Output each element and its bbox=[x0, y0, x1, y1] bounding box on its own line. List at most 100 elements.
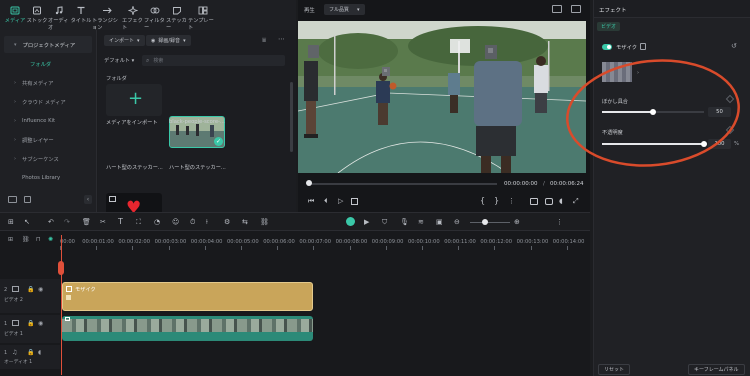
shield-icon[interactable]: ⛉ bbox=[382, 218, 387, 227]
quality-dropdown[interactable]: フル品質 ▾ bbox=[324, 4, 365, 15]
tool-label: メディア bbox=[4, 18, 26, 24]
tab-video[interactable]: ビデオ bbox=[597, 22, 621, 31]
snapshot-icon[interactable] bbox=[552, 5, 562, 13]
audio-volume-icon[interactable]: ◖ bbox=[559, 197, 563, 205]
preview-panel: 再生 フル品質 ▾ 00:00:00:00 / 00:00:06:24 ⏮ ⏴ … bbox=[298, 0, 590, 212]
filter-list-icon[interactable]: ⩸ bbox=[262, 36, 266, 45]
cut-icon[interactable]: ✂ bbox=[100, 218, 106, 226]
skip-back-icon[interactable]: ⏮ bbox=[308, 197, 314, 206]
lock-icon[interactable]: 🔒 bbox=[27, 320, 34, 327]
keyframe-panel-button[interactable]: キーフレームパネル bbox=[688, 364, 745, 375]
tool-effect[interactable]: エフェクト bbox=[122, 6, 144, 31]
timeline-settings-icon[interactable]: ⋮ bbox=[556, 218, 563, 226]
render-icon[interactable] bbox=[346, 217, 355, 226]
reset-button[interactable]: リセット bbox=[598, 364, 631, 375]
sidebar-item-cloud-media[interactable]: › クラウド メディア bbox=[4, 93, 92, 110]
new-folder-icon[interactable] bbox=[8, 196, 17, 203]
mark-in-icon[interactable]: { bbox=[480, 196, 485, 205]
crop-icon[interactable]: ⛶ bbox=[136, 218, 141, 227]
undo-icon[interactable]: ↶ bbox=[48, 218, 54, 226]
more-options-icon[interactable]: ⋯ bbox=[278, 35, 285, 43]
split-icon[interactable]: ⟊ bbox=[206, 218, 208, 227]
delete-icon[interactable] bbox=[640, 43, 646, 50]
tab-effect[interactable]: エフェクト bbox=[599, 6, 627, 14]
timer-icon[interactable]: ⏱ bbox=[190, 218, 195, 227]
mute-speaker-icon[interactable]: ◖ bbox=[38, 349, 41, 356]
import-media-tile[interactable]: + bbox=[106, 84, 162, 116]
display-settings-icon[interactable]: ⋮ bbox=[508, 197, 515, 205]
speed-icon[interactable]: ◔ bbox=[154, 218, 160, 226]
import-label: インポート bbox=[109, 38, 135, 44]
zoom-out-icon[interactable]: ⊖ bbox=[454, 218, 460, 226]
record-button[interactable]: ◉ 録画/録音 ▾ bbox=[146, 35, 191, 46]
sidebar-item-influence-kit[interactable]: › Influence Kit bbox=[4, 112, 92, 129]
tool-audio[interactable]: オーディオ bbox=[48, 6, 70, 31]
cursor-icon[interactable]: ↖ bbox=[24, 218, 30, 226]
delete-icon[interactable]: 🗑 bbox=[82, 218, 91, 226]
image-icon[interactable]: ▣ bbox=[436, 218, 443, 226]
sidebar-item-adjustment-layer[interactable]: › 調整レイヤー bbox=[4, 131, 92, 148]
playback-tab[interactable]: 再生 bbox=[304, 6, 315, 14]
step-back-icon[interactable]: ⏴ bbox=[324, 197, 328, 206]
timeline-ruler[interactable]: 00:00 00:00:01:00 00:00:02:00 00:00:03:00 00… bbox=[60, 231, 590, 251]
sidebar-item-folder[interactable]: フォルダ bbox=[4, 55, 92, 72]
effect-icon bbox=[66, 286, 72, 292]
adjust-icon[interactable]: ⚙ bbox=[224, 218, 230, 226]
mosaic-effect-clip[interactable]: モザイク bbox=[62, 282, 313, 311]
tool-title[interactable]: タイトル bbox=[70, 6, 92, 24]
import-button[interactable]: インポート ▾ bbox=[104, 35, 145, 46]
mic-icon[interactable]: 🎙 bbox=[400, 218, 409, 226]
visibility-eye-icon[interactable]: ◉ bbox=[38, 320, 43, 327]
stop-icon[interactable] bbox=[351, 198, 358, 205]
add-track-icon[interactable]: ⊞ bbox=[8, 236, 13, 243]
sort-dropdown[interactable]: デフォルト ▾ bbox=[104, 57, 134, 64]
tool-filter[interactable]: フィルター bbox=[144, 6, 166, 31]
caption-icon[interactable] bbox=[530, 198, 538, 205]
search-input[interactable]: ⌕ 検索 bbox=[142, 55, 285, 66]
ruler-tick bbox=[313, 246, 315, 250]
tool-media[interactable]: メディア bbox=[4, 6, 26, 24]
zoom-handle[interactable] bbox=[482, 219, 488, 225]
tile-label: メディアをインポート bbox=[106, 120, 158, 126]
link-icon[interactable]: ⛓ bbox=[260, 218, 269, 226]
play-range-icon[interactable]: ▶ bbox=[364, 218, 369, 226]
sidebar-item-project-media[interactable]: ▾ プロジェクトメディア bbox=[4, 36, 92, 53]
transition-icon[interactable]: ⇆ bbox=[242, 218, 248, 226]
tool-template[interactable]: テンプレート bbox=[188, 6, 218, 31]
grid-icon[interactable]: ⊞ bbox=[8, 218, 14, 226]
camera-icon[interactable] bbox=[545, 198, 553, 205]
tool-transition[interactable]: トランジション bbox=[92, 6, 122, 31]
fullscreen-preview-icon[interactable] bbox=[571, 5, 581, 13]
collapse-sidebar-icon[interactable]: ‹ bbox=[84, 195, 92, 204]
play-icon[interactable]: ▷ bbox=[338, 197, 343, 205]
text-icon[interactable]: T bbox=[118, 217, 123, 226]
snap-icon[interactable]: ✺ bbox=[48, 236, 53, 243]
expand-icon[interactable]: ⤢ bbox=[573, 197, 579, 206]
effect-toggle[interactable] bbox=[602, 44, 612, 50]
layers-icon[interactable]: ≋ bbox=[418, 218, 424, 226]
magnet-icon[interactable]: ⊓ bbox=[36, 236, 41, 243]
sticker-icon bbox=[172, 6, 182, 15]
sidebar-item-shared-media[interactable]: › 共有メディア bbox=[4, 74, 92, 91]
zoom-slider[interactable] bbox=[470, 222, 510, 223]
folder-icon[interactable] bbox=[24, 196, 31, 203]
sidebar-item-subsequence[interactable]: › サブシーケンス bbox=[4, 150, 92, 167]
video-clip[interactable] bbox=[62, 316, 313, 341]
playhead-marker[interactable] bbox=[58, 261, 64, 275]
link-icon[interactable]: ⛓ bbox=[22, 236, 30, 243]
redo-icon[interactable]: ↷ bbox=[64, 218, 70, 226]
mark-out-icon[interactable]: } bbox=[494, 196, 499, 205]
tool-sticker[interactable]: ステッカー bbox=[166, 6, 188, 31]
tool-stock[interactable]: ストック bbox=[26, 6, 48, 24]
scrubber-handle[interactable] bbox=[306, 180, 312, 186]
media-scrollbar[interactable] bbox=[290, 82, 293, 152]
sidebar-item-photos-library[interactable]: ›Photos Library bbox=[4, 169, 92, 186]
lock-icon[interactable]: 🔒 bbox=[27, 286, 34, 293]
visibility-eye-icon[interactable]: ◉ bbox=[38, 286, 43, 293]
reset-icon[interactable]: ↺ bbox=[731, 42, 737, 50]
lock-icon[interactable]: 🔒 bbox=[27, 349, 34, 356]
tool-label: フィルター bbox=[144, 18, 165, 31]
zoom-in-icon[interactable]: ⊕ bbox=[514, 218, 520, 226]
mask-icon[interactable]: ☺ bbox=[172, 218, 179, 226]
playback-scrubber[interactable] bbox=[307, 183, 497, 185]
